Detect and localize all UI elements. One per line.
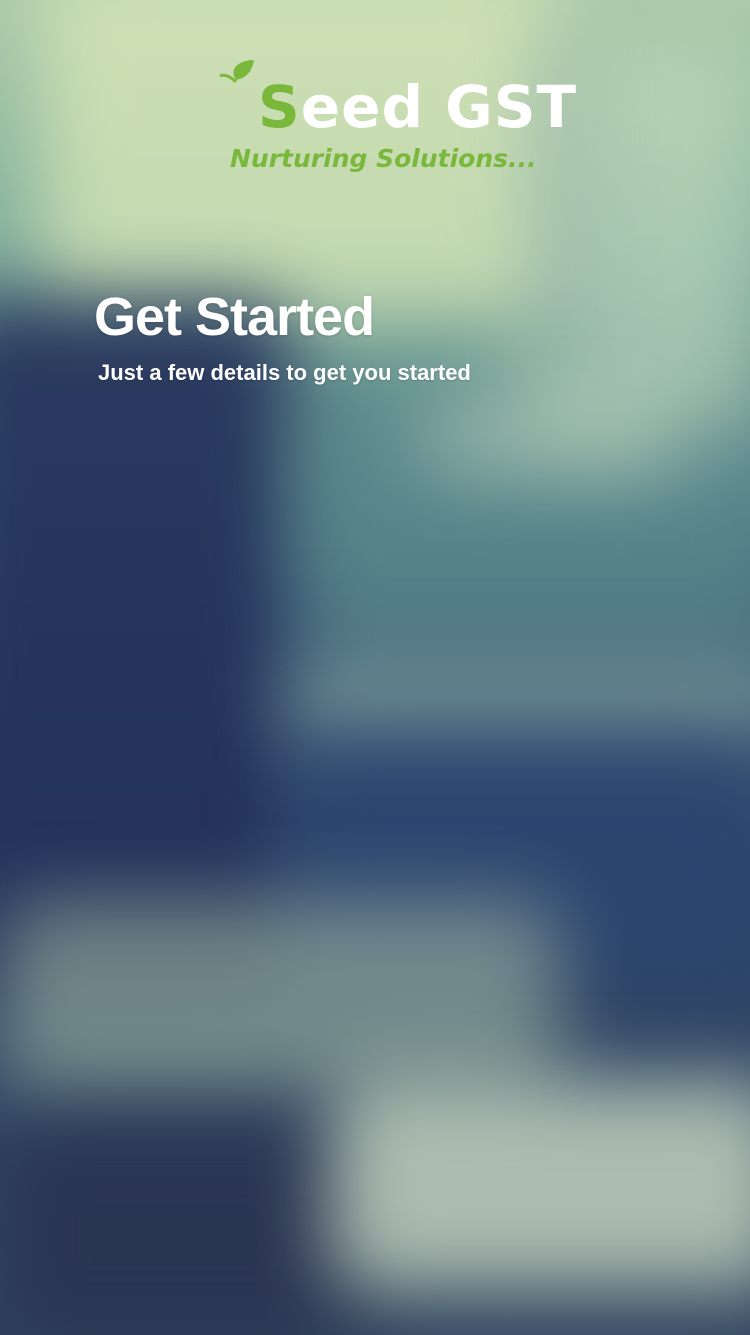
background-image [0, 0, 750, 1335]
logo-name: eed GST [300, 73, 578, 141]
logo-initial: S [258, 73, 301, 141]
page-subtitle: Just a few details to get you started [98, 360, 471, 385]
page-title: Get Started [94, 287, 375, 347]
logo-wordmark: Seed GST [258, 74, 577, 140]
logo-tagline: Nurturing Solutions... [230, 144, 537, 173]
brand-logo: Seed GST Nurturing Solutions... [206, 60, 576, 190]
